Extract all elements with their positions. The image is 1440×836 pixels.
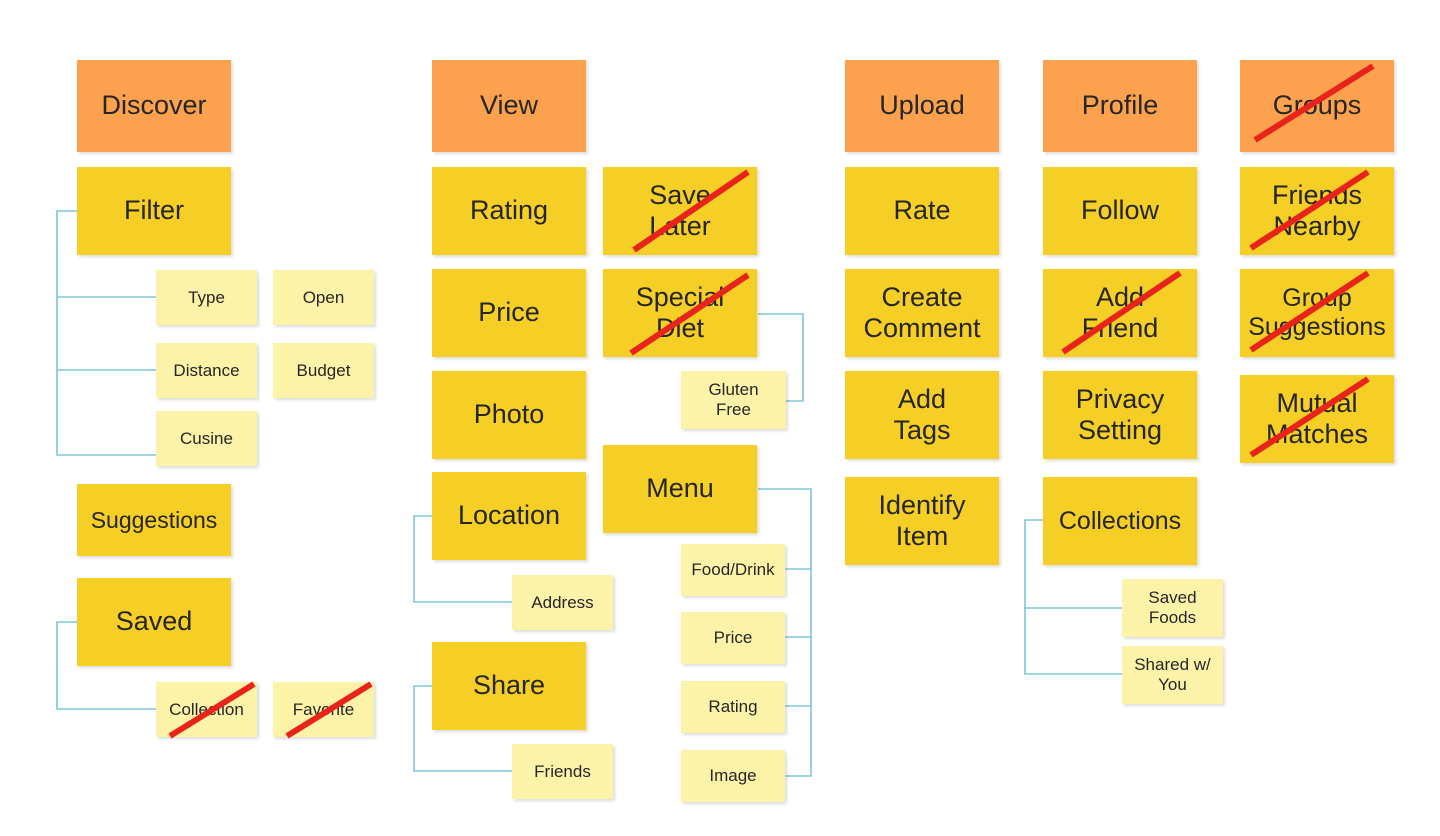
- node-create-comment[interactable]: Create Comment: [845, 269, 999, 357]
- node-location[interactable]: Location: [432, 472, 586, 560]
- node-type[interactable]: Type: [156, 270, 257, 325]
- node-identify-item[interactable]: Identify Item: [845, 477, 999, 565]
- node-view[interactable]: View: [432, 60, 586, 152]
- node-budget[interactable]: Budget: [273, 343, 374, 398]
- node-saved[interactable]: Saved: [77, 578, 231, 666]
- node-save-later[interactable]: Save Later: [603, 167, 757, 255]
- node-photo[interactable]: Photo: [432, 371, 586, 459]
- node-groups[interactable]: Groups: [1240, 60, 1394, 152]
- node-suggestions[interactable]: Suggestions: [77, 484, 231, 556]
- node-gluten-free[interactable]: Gluten Free: [681, 371, 786, 429]
- node-profile[interactable]: Profile: [1043, 60, 1197, 152]
- node-privacy-setting[interactable]: Privacy Setting: [1043, 371, 1197, 459]
- node-add-tags[interactable]: Add Tags: [845, 371, 999, 459]
- node-rate[interactable]: Rate: [845, 167, 999, 255]
- node-saved-foods[interactable]: Saved Foods: [1122, 579, 1223, 637]
- node-menu-rating[interactable]: Rating: [681, 681, 785, 733]
- node-follow[interactable]: Follow: [1043, 167, 1197, 255]
- node-menu[interactable]: Menu: [603, 445, 757, 533]
- node-mutual-matches[interactable]: Mutual Matches: [1240, 375, 1394, 463]
- node-discover[interactable]: Discover: [77, 60, 231, 152]
- node-open[interactable]: Open: [273, 270, 374, 325]
- node-upload[interactable]: Upload: [845, 60, 999, 152]
- node-favorite[interactable]: Favorite: [273, 682, 374, 737]
- node-friends-nearby[interactable]: Friends Nearby: [1240, 167, 1394, 255]
- node-menu-food-drink[interactable]: Food/Drink: [681, 544, 785, 596]
- node-filter[interactable]: Filter: [77, 167, 231, 255]
- sitemap-canvas: Discover Filter Type Open Distance Budge…: [0, 0, 1440, 836]
- node-special-diet[interactable]: Special Diet: [603, 269, 757, 357]
- node-collection[interactable]: Collection: [156, 682, 257, 737]
- node-distance[interactable]: Distance: [156, 343, 257, 398]
- node-menu-price[interactable]: Price: [681, 612, 785, 664]
- node-friends[interactable]: Friends: [512, 744, 613, 799]
- node-price[interactable]: Price: [432, 269, 586, 357]
- node-cusine[interactable]: Cusine: [156, 411, 257, 466]
- node-shared-w-you[interactable]: Shared w/ You: [1122, 646, 1223, 704]
- node-add-friend[interactable]: Add Friend: [1043, 269, 1197, 357]
- node-group-suggestions[interactable]: Group Suggestions: [1240, 269, 1394, 357]
- node-address[interactable]: Address: [512, 575, 613, 630]
- node-rating[interactable]: Rating: [432, 167, 586, 255]
- node-collections[interactable]: Collections: [1043, 477, 1197, 565]
- node-menu-image[interactable]: Image: [681, 750, 785, 802]
- node-share[interactable]: Share: [432, 642, 586, 730]
